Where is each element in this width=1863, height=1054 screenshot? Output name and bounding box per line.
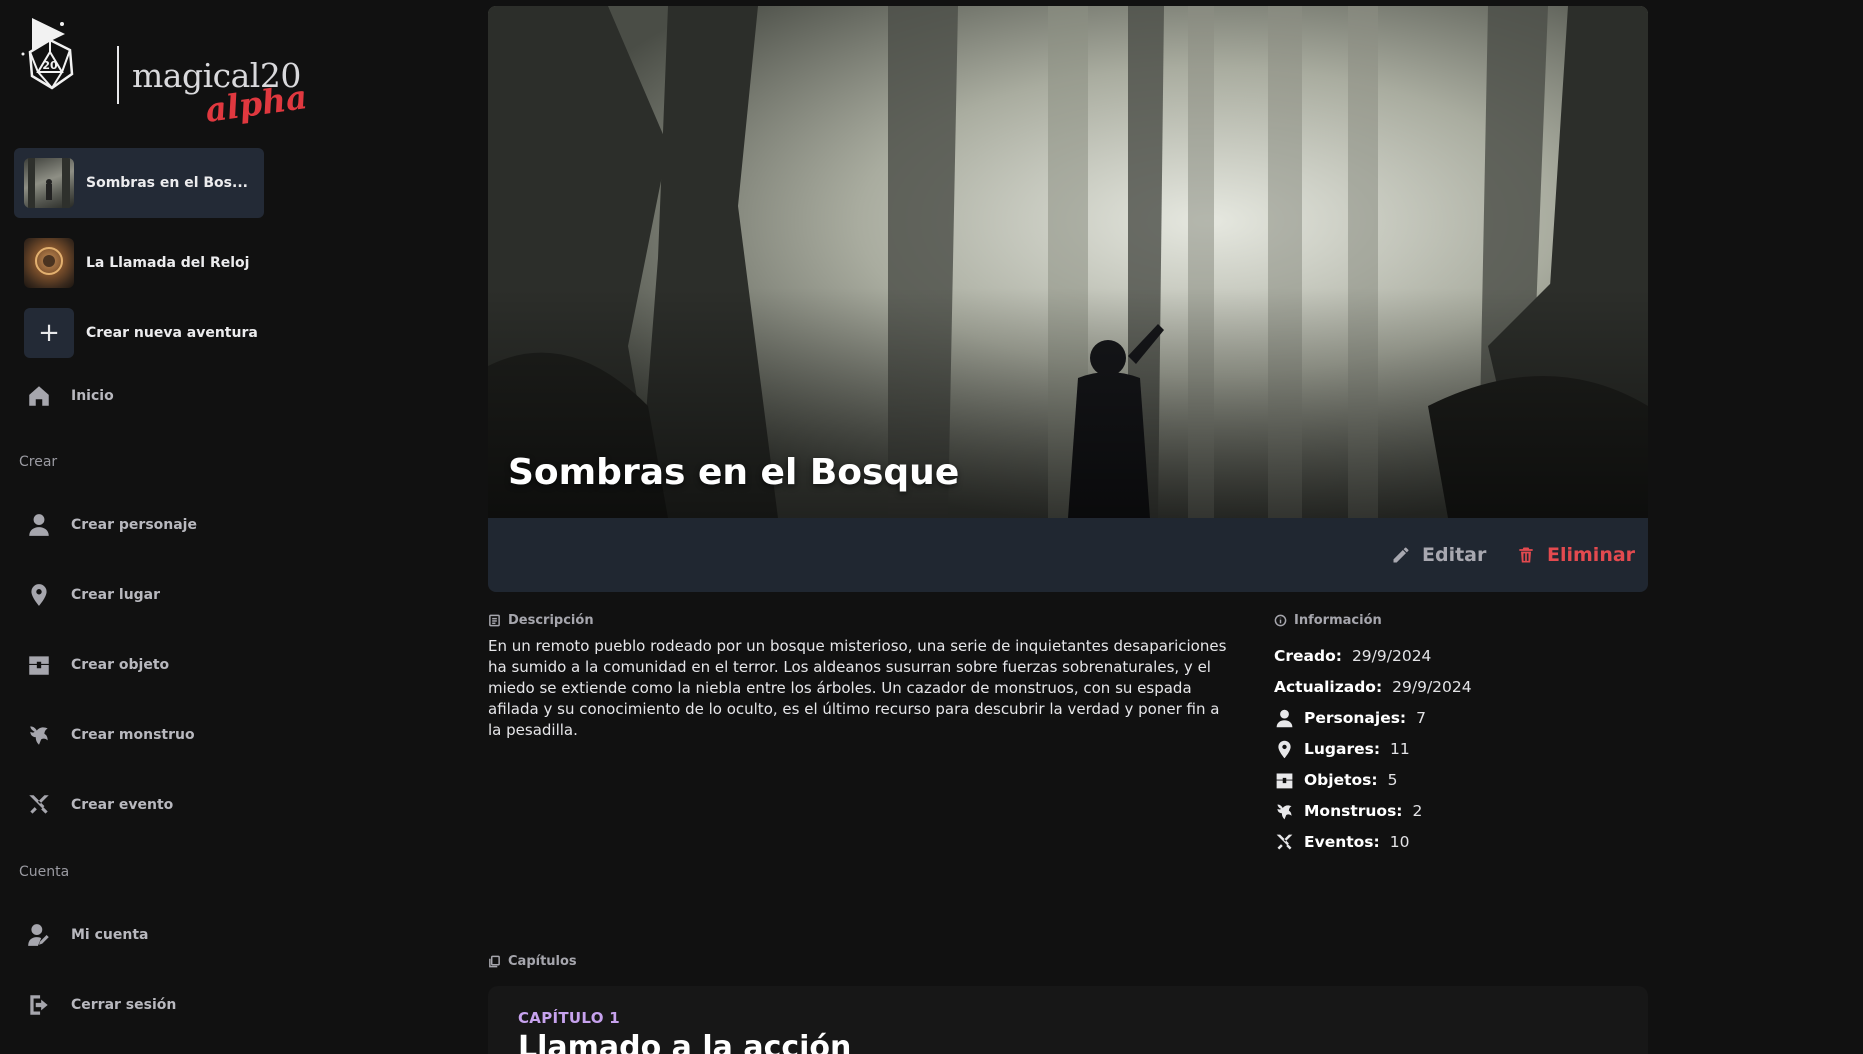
d20-logo-icon: 20 [21, 18, 74, 90]
info-key: Eventos: [1304, 833, 1380, 851]
description-heading-label: Descripción [508, 613, 594, 628]
trash-icon [1519, 547, 1533, 563]
crossed-swords-icon [29, 795, 49, 814]
section-label-account: Cuenta [19, 864, 70, 880]
nav-item-logout[interactable]: Cerrar sesión [26, 990, 176, 1020]
nav-item-my-account[interactable]: Mi cuenta [26, 920, 148, 950]
info-icon [1274, 614, 1287, 627]
info-events: Eventos: 10 [1274, 830, 1409, 854]
info-heading: Información [1274, 613, 1382, 628]
chest-icon [1276, 773, 1293, 788]
home-icon [29, 386, 49, 406]
nav-item-create-monster[interactable]: Crear monstruo [26, 720, 195, 750]
info-heading-label: Información [1294, 613, 1382, 628]
adventure-item-label: Sombras en el Bos... [86, 175, 248, 191]
info-value: 5 [1387, 771, 1398, 789]
info-key: Monstruos: [1304, 802, 1403, 820]
document-icon [489, 614, 500, 627]
create-adventure-button[interactable]: + Crear nueva aventura [14, 298, 264, 368]
info-value: 10 [1389, 833, 1410, 851]
info-key: Lugares: [1304, 740, 1381, 758]
info-value: 29/9/2024 [1392, 678, 1472, 696]
info-updated: Actualizado: 29/9/2024 [1274, 675, 1472, 699]
nav-item-label: Inicio [71, 388, 114, 404]
chapter-title: Llamado a la acción [518, 1030, 852, 1054]
adventure-thumbnail [24, 238, 74, 288]
description-heading: Descripción [488, 613, 594, 628]
info-key: Objetos: [1304, 771, 1378, 789]
nav-item-label: Crear monstruo [71, 727, 195, 743]
plus-icon: + [24, 308, 74, 358]
adventure-item-llamada[interactable]: La Llamada del Reloj [14, 228, 264, 298]
nav-item-label: Crear evento [71, 797, 174, 813]
info-value: 11 [1390, 740, 1410, 758]
user-settings-icon [28, 924, 49, 946]
info-monsters: Monstruos: 2 [1274, 799, 1422, 823]
adventure-actions: Editar Eliminar [488, 518, 1648, 592]
chapter-number: CAPÍTULO 1 [518, 1009, 621, 1027]
delete-button-label: Eliminar [1547, 544, 1636, 566]
adventure-title: Sombras en el Bosque [508, 452, 960, 493]
info-key: Personajes: [1304, 709, 1407, 727]
chapters-heading: Capítulos [488, 954, 577, 969]
create-adventure-label: Crear nueva aventura [86, 325, 258, 341]
chapter-card[interactable]: CAPÍTULO 1 Llamado a la acción [488, 986, 1648, 1054]
info-places: Lugares: 11 [1274, 737, 1410, 761]
nav-item-label: Crear lugar [71, 587, 161, 603]
crossed-swords-icon [1276, 834, 1293, 849]
info-created: Creado: 29/9/2024 [1274, 644, 1431, 668]
person-icon [1276, 709, 1293, 727]
app-logo[interactable]: 20 magical20 alpha [20, 16, 310, 130]
nav-item-create-object[interactable]: Crear objeto [26, 650, 169, 680]
nav-item-create-character[interactable]: Crear personaje [26, 510, 197, 540]
dragon-icon [30, 726, 48, 745]
location-pin-icon [1278, 740, 1291, 758]
logout-icon [30, 995, 48, 1015]
info-characters: Personajes: 7 [1274, 706, 1426, 730]
dragon-icon [1277, 804, 1292, 819]
delete-button[interactable]: Eliminar [1516, 540, 1635, 570]
info-key: Creado: [1274, 647, 1342, 665]
chapters-icon [489, 955, 500, 968]
sidebar: 20 magical20 alpha Sombras en el Bos... … [0, 0, 310, 1054]
nav-item-create-event[interactable]: Crear evento [26, 790, 173, 820]
info-value: 2 [1412, 802, 1423, 820]
adventure-description: En un remoto pueblo rodeado por un bosqu… [488, 637, 1227, 739]
nav-item-label: Crear objeto [71, 657, 170, 673]
chest-icon [29, 656, 49, 675]
info-key: Actualizado: [1274, 678, 1383, 696]
logo-separator [117, 46, 119, 104]
nav-item-label: Mi cuenta [71, 927, 149, 943]
chapters-heading-label: Capítulos [508, 954, 577, 969]
info-value: 29/9/2024 [1351, 647, 1432, 665]
nav-item-label: Crear personaje [71, 517, 197, 533]
d20-logo-number: 20 [42, 59, 58, 72]
info-value: 7 [1416, 709, 1427, 727]
section-label-create: Crear [19, 454, 58, 470]
pencil-icon [1393, 547, 1409, 563]
adventure-item-sombras[interactable]: Sombras en el Bos... [14, 148, 264, 218]
nav-item-create-place[interactable]: Crear lugar [26, 580, 160, 610]
person-icon [29, 514, 49, 536]
cover-image [488, 6, 1648, 518]
edit-button[interactable]: Editar [1391, 540, 1486, 570]
edit-button-label: Editar [1422, 544, 1487, 566]
adventure-cover: Sombras en el Bosque [488, 6, 1648, 518]
info-objects: Objetos: 5 [1274, 768, 1397, 792]
adventure-item-label: La Llamada del Reloj [86, 255, 250, 271]
location-pin-icon [31, 584, 47, 606]
nav-item-home[interactable]: Inicio [26, 381, 114, 411]
nav-item-label: Cerrar sesión [71, 997, 177, 1013]
adventure-thumbnail [24, 158, 74, 208]
